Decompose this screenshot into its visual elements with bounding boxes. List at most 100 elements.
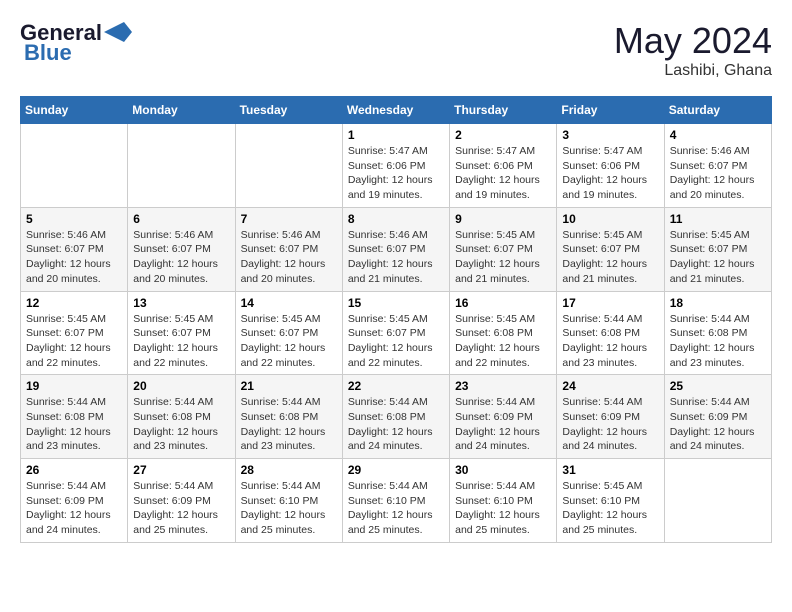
- day-number: 22: [348, 379, 444, 393]
- table-row: 22 Sunrise: 5:44 AMSunset: 6:08 PMDaylig…: [342, 375, 449, 459]
- day-info: Sunrise: 5:45 AMSunset: 6:07 PMDaylight:…: [241, 312, 337, 371]
- table-row: 8 Sunrise: 5:46 AMSunset: 6:07 PMDayligh…: [342, 207, 449, 291]
- day-number: 23: [455, 379, 551, 393]
- day-number: 26: [26, 463, 122, 477]
- table-row: 18 Sunrise: 5:44 AMSunset: 6:08 PMDaylig…: [664, 291, 771, 375]
- table-row: 4 Sunrise: 5:46 AMSunset: 6:07 PMDayligh…: [664, 124, 771, 208]
- table-row: 28 Sunrise: 5:44 AMSunset: 6:10 PMDaylig…: [235, 459, 342, 543]
- day-number: 18: [670, 296, 766, 310]
- table-row: 5 Sunrise: 5:46 AMSunset: 6:07 PMDayligh…: [21, 207, 128, 291]
- day-info: Sunrise: 5:44 AMSunset: 6:10 PMDaylight:…: [455, 479, 551, 538]
- page-header: General Blue May 2024 Lashibi, Ghana: [20, 20, 772, 80]
- table-row: 13 Sunrise: 5:45 AMSunset: 6:07 PMDaylig…: [128, 291, 235, 375]
- table-row: 12 Sunrise: 5:45 AMSunset: 6:07 PMDaylig…: [21, 291, 128, 375]
- table-row: [664, 459, 771, 543]
- day-number: 30: [455, 463, 551, 477]
- calendar-week-row: 5 Sunrise: 5:46 AMSunset: 6:07 PMDayligh…: [21, 207, 772, 291]
- day-number: 7: [241, 212, 337, 226]
- table-row: 6 Sunrise: 5:46 AMSunset: 6:07 PMDayligh…: [128, 207, 235, 291]
- day-info: Sunrise: 5:44 AMSunset: 6:08 PMDaylight:…: [670, 312, 766, 371]
- col-friday: Friday: [557, 97, 664, 124]
- day-info: Sunrise: 5:44 AMSunset: 6:09 PMDaylight:…: [455, 395, 551, 454]
- calendar-week-row: 12 Sunrise: 5:45 AMSunset: 6:07 PMDaylig…: [21, 291, 772, 375]
- day-number: 10: [562, 212, 658, 226]
- col-wednesday: Wednesday: [342, 97, 449, 124]
- day-number: 15: [348, 296, 444, 310]
- day-info: Sunrise: 5:44 AMSunset: 6:08 PMDaylight:…: [241, 395, 337, 454]
- table-row: [128, 124, 235, 208]
- day-number: 2: [455, 128, 551, 142]
- day-info: Sunrise: 5:46 AMSunset: 6:07 PMDaylight:…: [241, 228, 337, 287]
- day-number: 11: [670, 212, 766, 226]
- day-info: Sunrise: 5:44 AMSunset: 6:09 PMDaylight:…: [26, 479, 122, 538]
- day-info: Sunrise: 5:44 AMSunset: 6:09 PMDaylight:…: [562, 395, 658, 454]
- day-number: 16: [455, 296, 551, 310]
- table-row: 14 Sunrise: 5:45 AMSunset: 6:07 PMDaylig…: [235, 291, 342, 375]
- day-info: Sunrise: 5:45 AMSunset: 6:08 PMDaylight:…: [455, 312, 551, 371]
- day-info: Sunrise: 5:45 AMSunset: 6:07 PMDaylight:…: [670, 228, 766, 287]
- calendar-week-row: 19 Sunrise: 5:44 AMSunset: 6:08 PMDaylig…: [21, 375, 772, 459]
- table-row: 29 Sunrise: 5:44 AMSunset: 6:10 PMDaylig…: [342, 459, 449, 543]
- day-info: Sunrise: 5:45 AMSunset: 6:07 PMDaylight:…: [348, 312, 444, 371]
- table-row: [235, 124, 342, 208]
- day-info: Sunrise: 5:45 AMSunset: 6:07 PMDaylight:…: [562, 228, 658, 287]
- table-row: 30 Sunrise: 5:44 AMSunset: 6:10 PMDaylig…: [450, 459, 557, 543]
- day-info: Sunrise: 5:44 AMSunset: 6:10 PMDaylight:…: [348, 479, 444, 538]
- calendar-header-row: Sunday Monday Tuesday Wednesday Thursday…: [21, 97, 772, 124]
- table-row: 27 Sunrise: 5:44 AMSunset: 6:09 PMDaylig…: [128, 459, 235, 543]
- day-number: 4: [670, 128, 766, 142]
- calendar-week-row: 1 Sunrise: 5:47 AMSunset: 6:06 PMDayligh…: [21, 124, 772, 208]
- table-row: 17 Sunrise: 5:44 AMSunset: 6:08 PMDaylig…: [557, 291, 664, 375]
- table-row: 21 Sunrise: 5:44 AMSunset: 6:08 PMDaylig…: [235, 375, 342, 459]
- table-row: 19 Sunrise: 5:44 AMSunset: 6:08 PMDaylig…: [21, 375, 128, 459]
- day-info: Sunrise: 5:47 AMSunset: 6:06 PMDaylight:…: [455, 144, 551, 203]
- day-number: 8: [348, 212, 444, 226]
- day-number: 25: [670, 379, 766, 393]
- calendar-table: Sunday Monday Tuesday Wednesday Thursday…: [20, 96, 772, 543]
- table-row: 16 Sunrise: 5:45 AMSunset: 6:08 PMDaylig…: [450, 291, 557, 375]
- day-number: 31: [562, 463, 658, 477]
- col-monday: Monday: [128, 97, 235, 124]
- day-number: 27: [133, 463, 229, 477]
- day-number: 3: [562, 128, 658, 142]
- table-row: 2 Sunrise: 5:47 AMSunset: 6:06 PMDayligh…: [450, 124, 557, 208]
- table-row: [21, 124, 128, 208]
- table-row: 23 Sunrise: 5:44 AMSunset: 6:09 PMDaylig…: [450, 375, 557, 459]
- day-number: 24: [562, 379, 658, 393]
- day-number: 12: [26, 296, 122, 310]
- day-number: 28: [241, 463, 337, 477]
- logo: General Blue: [20, 20, 132, 66]
- col-sunday: Sunday: [21, 97, 128, 124]
- day-number: 5: [26, 212, 122, 226]
- logo-text-blue: Blue: [24, 40, 132, 66]
- day-info: Sunrise: 5:44 AMSunset: 6:08 PMDaylight:…: [26, 395, 122, 454]
- day-number: 6: [133, 212, 229, 226]
- table-row: 15 Sunrise: 5:45 AMSunset: 6:07 PMDaylig…: [342, 291, 449, 375]
- day-info: Sunrise: 5:45 AMSunset: 6:07 PMDaylight:…: [455, 228, 551, 287]
- col-tuesday: Tuesday: [235, 97, 342, 124]
- table-row: 10 Sunrise: 5:45 AMSunset: 6:07 PMDaylig…: [557, 207, 664, 291]
- day-number: 13: [133, 296, 229, 310]
- day-info: Sunrise: 5:44 AMSunset: 6:09 PMDaylight:…: [670, 395, 766, 454]
- day-info: Sunrise: 5:45 AMSunset: 6:07 PMDaylight:…: [133, 312, 229, 371]
- day-info: Sunrise: 5:44 AMSunset: 6:08 PMDaylight:…: [133, 395, 229, 454]
- day-info: Sunrise: 5:45 AMSunset: 6:10 PMDaylight:…: [562, 479, 658, 538]
- day-info: Sunrise: 5:44 AMSunset: 6:08 PMDaylight:…: [348, 395, 444, 454]
- day-info: Sunrise: 5:44 AMSunset: 6:10 PMDaylight:…: [241, 479, 337, 538]
- table-row: 25 Sunrise: 5:44 AMSunset: 6:09 PMDaylig…: [664, 375, 771, 459]
- table-row: 20 Sunrise: 5:44 AMSunset: 6:08 PMDaylig…: [128, 375, 235, 459]
- day-number: 20: [133, 379, 229, 393]
- table-row: 1 Sunrise: 5:47 AMSunset: 6:06 PMDayligh…: [342, 124, 449, 208]
- logo-arrow-icon: [104, 22, 132, 42]
- table-row: 3 Sunrise: 5:47 AMSunset: 6:06 PMDayligh…: [557, 124, 664, 208]
- calendar-week-row: 26 Sunrise: 5:44 AMSunset: 6:09 PMDaylig…: [21, 459, 772, 543]
- table-row: 31 Sunrise: 5:45 AMSunset: 6:10 PMDaylig…: [557, 459, 664, 543]
- month-year-title: May 2024: [614, 20, 772, 62]
- day-number: 14: [241, 296, 337, 310]
- col-saturday: Saturday: [664, 97, 771, 124]
- table-row: 9 Sunrise: 5:45 AMSunset: 6:07 PMDayligh…: [450, 207, 557, 291]
- day-number: 29: [348, 463, 444, 477]
- day-info: Sunrise: 5:46 AMSunset: 6:07 PMDaylight:…: [348, 228, 444, 287]
- day-number: 19: [26, 379, 122, 393]
- table-row: 11 Sunrise: 5:45 AMSunset: 6:07 PMDaylig…: [664, 207, 771, 291]
